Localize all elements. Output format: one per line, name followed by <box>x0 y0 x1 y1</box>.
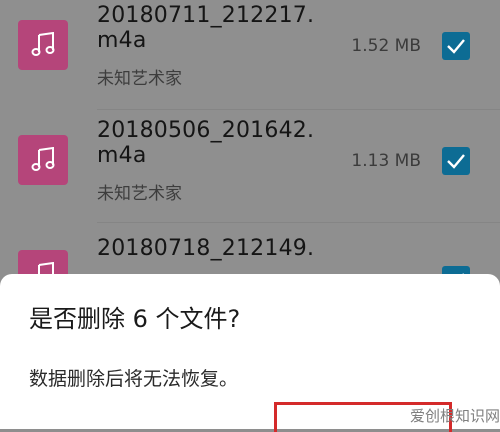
artist-label: 未知艺术家 <box>97 184 182 204</box>
list-item[interactable]: 20180711_212217.m4a 未知艺术家 1.52 MB <box>0 0 500 105</box>
music-thumbnail <box>18 20 68 70</box>
file-name: 20180718_212149. <box>97 236 315 261</box>
music-note-icon <box>31 32 55 56</box>
file-size: 1.13 MB <box>351 151 421 171</box>
music-thumbnail <box>18 135 68 185</box>
dialog-message: 数据删除后将无法恢复。 <box>29 368 239 390</box>
list-item[interactable]: 20180506_201642.m4a 未知艺术家 1.13 MB <box>0 110 500 220</box>
cancel-button[interactable] <box>60 422 180 429</box>
dialog-title: 是否删除 6 个文件? <box>29 305 241 333</box>
select-checkbox[interactable] <box>442 147 470 175</box>
file-size: 1.52 MB <box>351 36 421 56</box>
check-icon <box>447 154 465 169</box>
select-checkbox[interactable] <box>442 32 470 60</box>
check-icon <box>447 39 465 54</box>
music-note-icon <box>31 147 55 171</box>
file-name: 20180711_212217.m4a <box>97 3 315 53</box>
artist-label: 未知艺术家 <box>97 69 182 89</box>
file-name: 20180506_201642.m4a <box>97 118 315 168</box>
watermark: 爱创根知识网 <box>409 407 500 425</box>
